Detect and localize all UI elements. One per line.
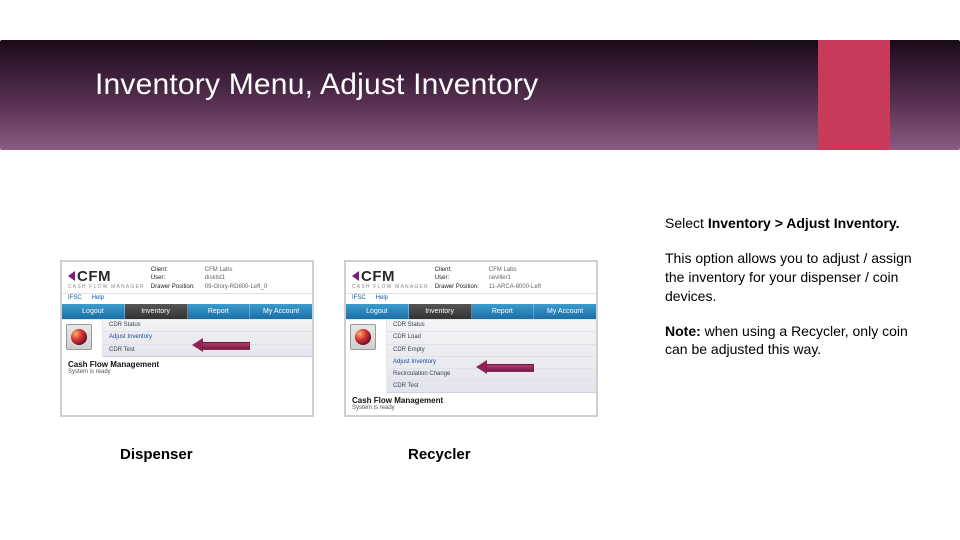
content-row: CDR Status CDR Load CDR Empty Adjust Inv… [346,319,596,393]
page-heading: Cash Flow Management [62,359,312,369]
main-nav: Logout Inventory Report My Account [62,304,312,319]
main-nav: Logout Inventory Report My Account [346,304,596,319]
client-label: Client: [151,266,205,274]
arrow-annotation-icon [192,338,248,352]
logo-text: CFM [77,268,111,285]
content-row: CDR Status Adjust Inventory CDR Test [62,319,312,357]
instruction-text: Select Inventory > Adjust Inventory. Thi… [665,214,925,375]
drawer-value: 09-Glory-RD600-Left_0 [205,283,306,291]
arrow-annotation-icon [476,360,532,374]
drawer-label: Drawer Position: [151,283,205,291]
drawer-label: Drawer Position: [435,283,489,291]
nav-inventory[interactable]: Inventory [409,304,472,319]
drawer-value: 11-ARCA-8000-Left [489,283,590,291]
menu-item[interactable]: CDR Empty [387,345,596,357]
nav-logout[interactable]: Logout [62,304,125,319]
user-value: ceviller1 [489,274,590,282]
logo-chevron-icon [352,271,359,281]
header-accent-tab [818,40,890,150]
logo-block: CFM CASH FLOW MANAGER [68,266,145,291]
page-subheading: System is ready [62,369,312,379]
app-header: CFM CASH FLOW MANAGER Client: CFM Labs U… [62,262,312,293]
status-orb-icon [66,324,92,350]
logo-block: CFM CASH FLOW MANAGER [352,266,429,291]
help-link[interactable]: Help [92,295,104,301]
nav-report[interactable]: Report [188,304,251,319]
logo-chevron-icon [68,271,75,281]
instruction-line-2: This option allows you to adjust / assig… [665,249,925,306]
instruction-line-1: Select Inventory > Adjust Inventory. [665,214,925,233]
screenshot-dispenser: CFM CASH FLOW MANAGER Client: CFM Labs U… [60,260,314,417]
caption-dispenser: Dispenser [120,446,193,463]
cfm-logo: CFM [352,268,429,285]
screenshot-row: CFM CASH FLOW MANAGER Client: CFM Labs U… [60,260,598,417]
instruction-line-3: Note: when using a Recycler, only coin c… [665,322,925,360]
logo-subtext: CASH FLOW MANAGER [68,284,145,290]
logo-subtext: CASH FLOW MANAGER [352,284,429,290]
client-value: CFM Labs [489,266,590,274]
ifsc-link[interactable]: IFSC [352,295,366,301]
status-orb-icon [350,324,376,350]
user-value: disktst1 [205,274,306,282]
nav-myaccount[interactable]: My Account [250,304,312,319]
page-heading: Cash Flow Management [346,395,596,405]
page-subheading: System is ready [346,405,596,415]
help-link[interactable]: Help [376,295,388,301]
status-icon-cell [62,320,103,357]
nav-inventory[interactable]: Inventory [125,304,188,319]
app-header: CFM CASH FLOW MANAGER Client: CFM Labs U… [346,262,596,293]
inventory-menu-list: CDR Status CDR Load CDR Empty Adjust Inv… [387,320,596,393]
page-caption: Cash Flow Management System is ready [62,357,312,379]
session-info: Client: CFM Labs User: ceviller1 Drawer … [435,266,590,291]
link-bar: IFSC Help [346,293,596,304]
client-label: Client: [435,266,489,274]
page-caption: Cash Flow Management System is ready [346,393,596,415]
menu-item[interactable]: CDR Load [387,332,596,344]
status-icon-cell [346,320,387,393]
client-value: CFM Labs [205,266,306,274]
nav-myaccount[interactable]: My Account [534,304,596,319]
screenshot-recycler: CFM CASH FLOW MANAGER Client: CFM Labs U… [344,260,598,417]
nav-report[interactable]: Report [472,304,535,319]
caption-recycler: Recycler [408,446,471,463]
menu-item[interactable]: CDR Test [387,381,596,392]
user-label: User: [435,274,489,282]
session-info: Client: CFM Labs User: disktst1 Drawer P… [151,266,306,291]
menu-item[interactable]: CDR Status [103,320,312,332]
link-bar: IFSC Help [62,293,312,304]
cfm-logo: CFM [68,268,145,285]
nav-logout[interactable]: Logout [346,304,409,319]
slide-title: Inventory Menu, Adjust Inventory [95,68,538,102]
logo-text: CFM [361,268,395,285]
menu-item[interactable]: CDR Status [387,320,596,332]
user-label: User: [151,274,205,282]
ifsc-link[interactable]: IFSC [68,295,82,301]
inventory-dropdown: CDR Status CDR Load CDR Empty Adjust Inv… [387,320,596,393]
